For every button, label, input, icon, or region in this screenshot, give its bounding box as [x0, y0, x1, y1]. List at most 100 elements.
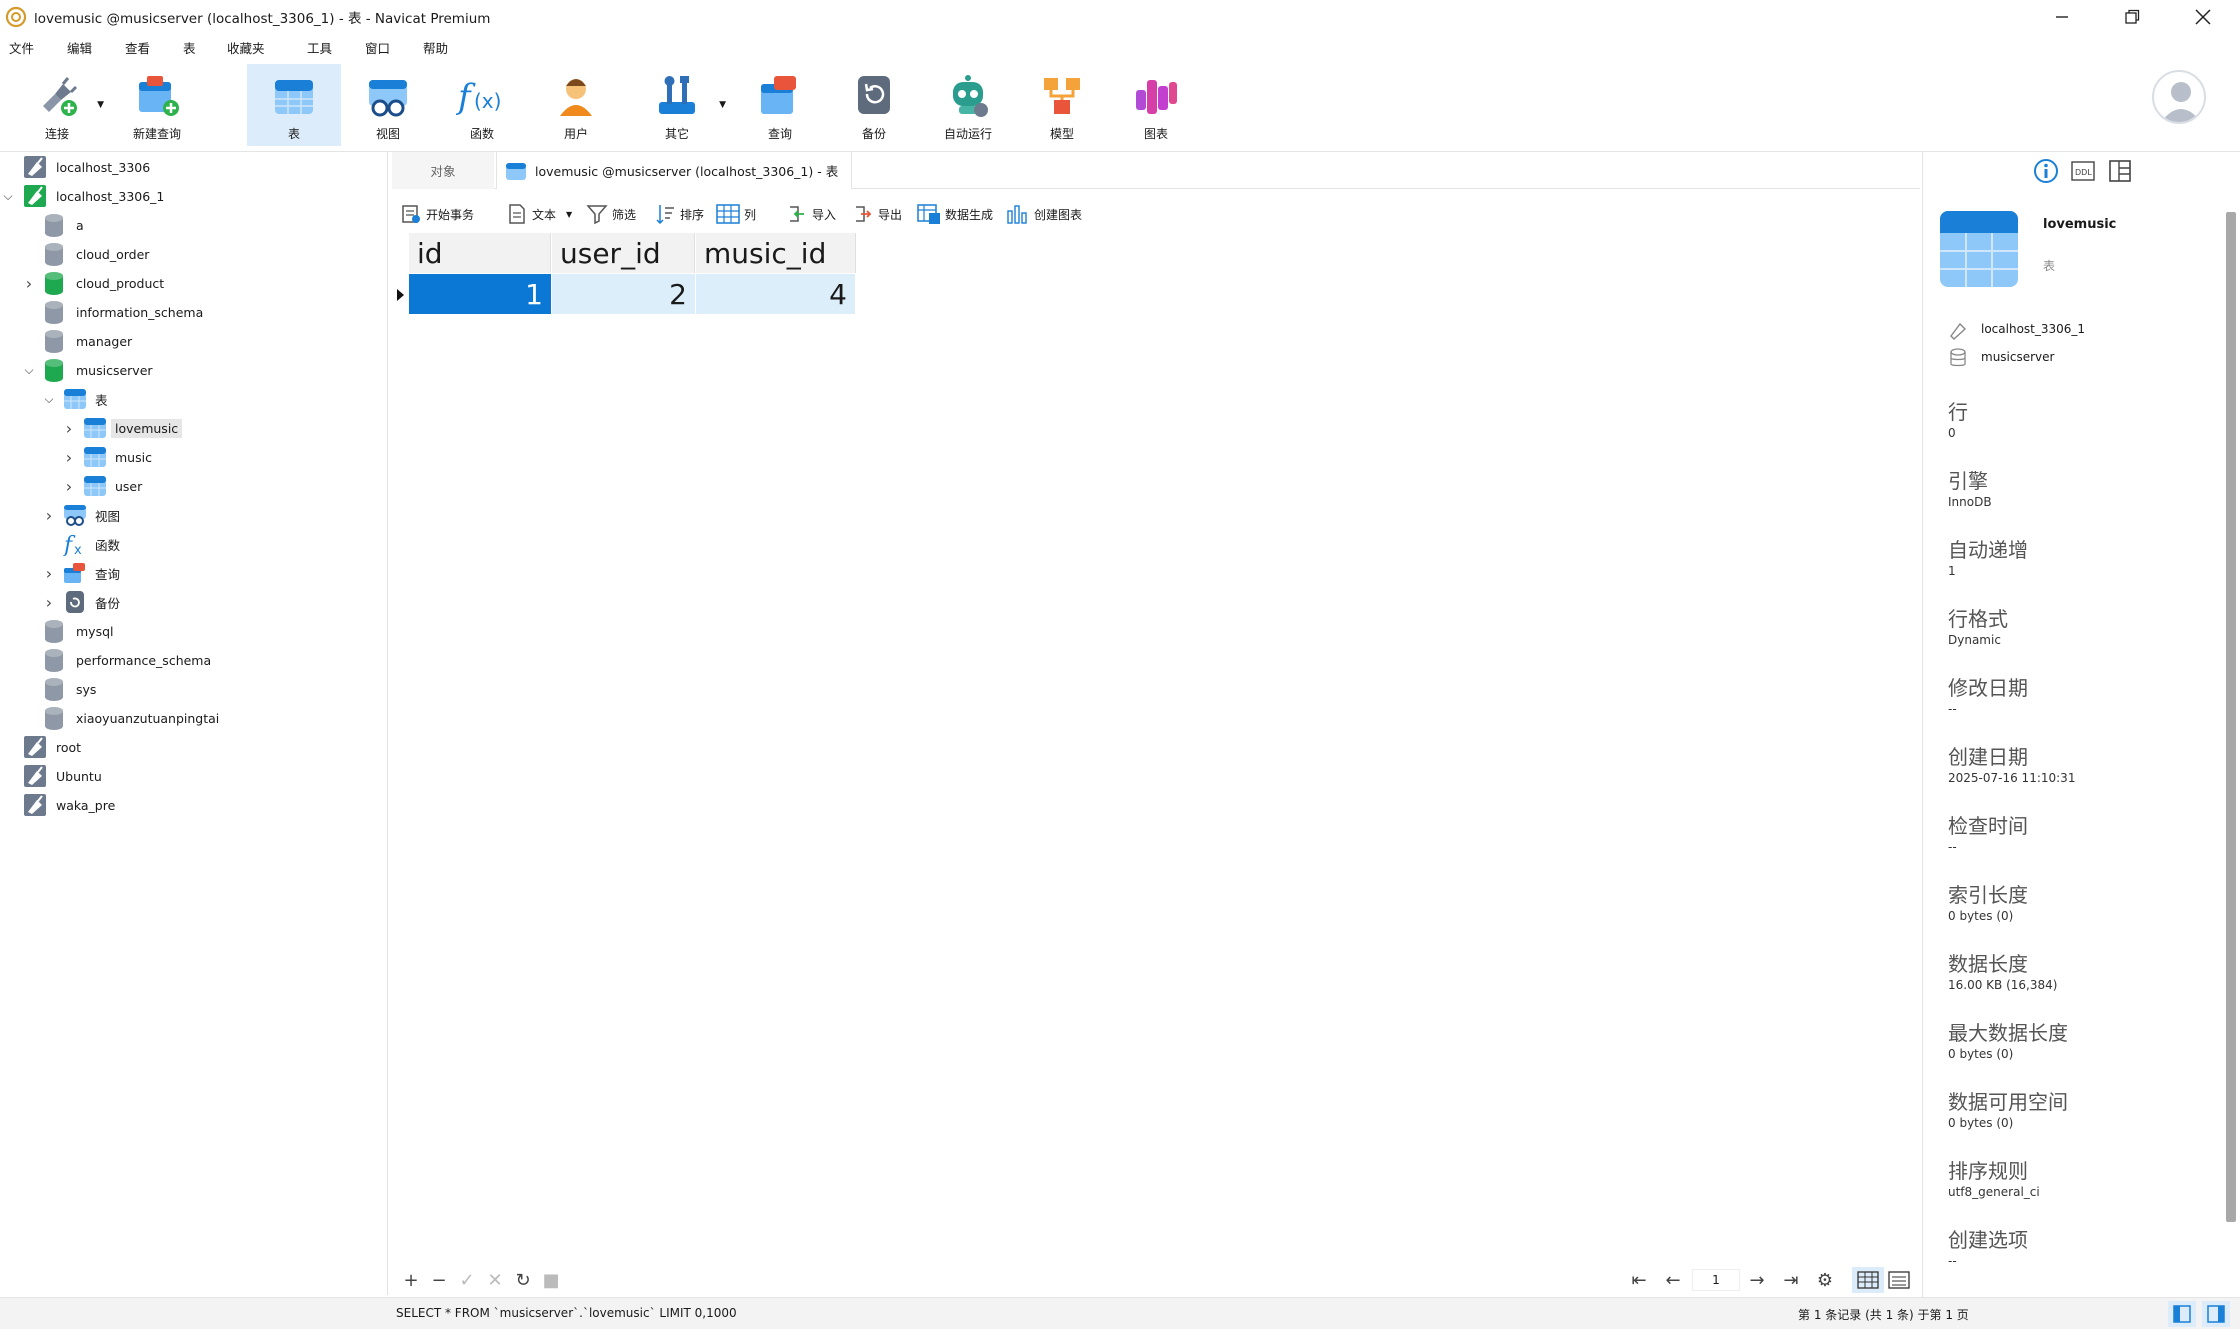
minimize-button[interactable] [2027, 0, 2097, 34]
chevron-right-icon[interactable]: › [42, 564, 56, 583]
refresh-button[interactable]: ↻ [510, 1267, 536, 1293]
chevron-down-icon[interactable]: ⌵ [22, 363, 36, 378]
menu-help[interactable]: 帮助 [414, 38, 472, 60]
info-tab-button[interactable] [2033, 158, 2059, 188]
toolbar-chart-button[interactable]: 图表 [1109, 64, 1203, 146]
apply-button[interactable]: ✓ [454, 1267, 480, 1293]
chevron-right-icon[interactable]: › [22, 274, 36, 293]
chevron-down-icon[interactable]: ▼ [719, 100, 726, 110]
tree-item-a[interactable]: a [0, 212, 386, 238]
table-cell[interactable]: 2 [552, 274, 696, 314]
chevron-right-icon[interactable]: › [42, 593, 56, 612]
toggle-left-panel-button[interactable] [2168, 1301, 2196, 1327]
discard-button[interactable]: ✕ [482, 1267, 508, 1293]
tree-item-mysql[interactable]: mysql [0, 618, 386, 644]
delete-record-button[interactable]: − [426, 1267, 452, 1293]
columns-button[interactable]: 列 [716, 200, 756, 228]
layout-tab-button[interactable] [2109, 160, 2131, 186]
tree-item-waka-pre[interactable]: waka_pre [0, 792, 386, 818]
tree-item-xiaoyuanzutuanpingtai[interactable]: xiaoyuanzutuanpingtai [0, 705, 386, 731]
tree-item--[interactable]: › 备份 [0, 589, 386, 615]
toolbar-user-button[interactable]: 用户 [529, 64, 623, 146]
stop-button[interactable]: ■ [538, 1267, 564, 1293]
tab-objects[interactable]: 对象 [392, 152, 494, 189]
tree-item-localhost-3306-1[interactable]: ⌵ localhost_3306_1 [0, 183, 386, 209]
tree-item-lovemusic[interactable]: › lovemusic [0, 415, 386, 441]
chevron-right-icon[interactable]: › [62, 448, 76, 467]
toolbar-other-button[interactable]: ▼ 其它 [630, 64, 726, 146]
tree-item-manager[interactable]: manager [0, 328, 386, 354]
menu-tools[interactable]: 工具 [298, 38, 356, 60]
menu-window[interactable]: 窗口 [356, 38, 414, 60]
column-header-user-id[interactable]: user_id [552, 233, 695, 273]
data-generation-button[interactable]: 数据生成 [917, 200, 993, 228]
chevron-right-icon[interactable]: › [62, 477, 76, 496]
tree-item-localhost-3306[interactable]: localhost_3306 [0, 154, 386, 180]
menu-file[interactable]: 文件 [0, 38, 58, 60]
tab-lovemusic-table[interactable]: lovemusic @musicserver (localhost_3306_1… [496, 152, 852, 189]
menu-table[interactable]: 表 [174, 38, 218, 60]
menu-edit[interactable]: 编辑 [58, 38, 116, 60]
avatar[interactable] [2152, 70, 2206, 124]
toolbar-new-query-button[interactable]: 新建查询 [110, 64, 204, 146]
menu-view[interactable]: 查看 [116, 38, 174, 60]
toolbar-view-button[interactable]: 视图 [341, 64, 435, 146]
chevron-down-icon[interactable]: ▼ [566, 210, 572, 219]
table-cell[interactable]: 4 [696, 274, 856, 314]
toolbar-backup-button[interactable]: 备份 [827, 64, 921, 146]
chevron-down-icon[interactable]: ⌵ [42, 392, 56, 407]
add-record-button[interactable]: + [398, 1267, 424, 1293]
tree-item-cloud-product[interactable]: › cloud_product [0, 270, 386, 296]
tree-item--[interactable]: ⌵ 表 [0, 386, 386, 412]
toolbar-automation-button[interactable]: 自动运行 [921, 64, 1015, 146]
text-view-button[interactable]: 文本 ▼ [506, 200, 572, 228]
column-header-music-id[interactable]: music_id [696, 233, 856, 273]
toolbar-function-button[interactable]: f (x) 函数 [435, 64, 529, 146]
chevron-right-icon[interactable]: › [42, 506, 56, 525]
form-view-button[interactable] [1886, 1267, 1912, 1293]
restore-button[interactable] [2097, 0, 2167, 34]
export-button[interactable]: 导出 [852, 200, 902, 228]
settings-button[interactable]: ⚙ [1812, 1267, 1838, 1293]
grid-view-button[interactable] [1852, 1267, 1884, 1293]
sort-button[interactable]: 排序 [654, 200, 704, 228]
toolbar-connect-button[interactable]: ▼ 连接 [10, 64, 104, 146]
panel-scrollbar[interactable] [2226, 212, 2236, 1222]
tree-item-sys[interactable]: sys [0, 676, 386, 702]
tree-item-cloud-order[interactable]: cloud_order [0, 241, 386, 267]
chevron-down-icon[interactable]: ⌵ [1, 189, 15, 204]
tree-item-user[interactable]: › user [0, 473, 386, 499]
filter-button[interactable]: 筛选 [586, 200, 636, 228]
tree-item-performance-schema[interactable]: performance_schema [0, 647, 386, 673]
tree-item-musicserver[interactable]: ⌵ musicserver [0, 357, 386, 383]
tree-item--[interactable]: › 视图 [0, 502, 386, 528]
create-chart-button[interactable]: 创建图表 [1006, 200, 1082, 228]
toolbar-view-label: 视图 [375, 127, 400, 141]
tree-item-information-schema[interactable]: information_schema [0, 299, 386, 325]
column-header-id[interactable]: id [409, 233, 551, 273]
tree-item--[interactable]: f x 函数 [0, 531, 386, 558]
chevron-right-icon[interactable]: › [62, 419, 76, 438]
last-page-button[interactable]: ⇥ [1778, 1267, 1804, 1293]
menu-favorites[interactable]: 收藏夹 [218, 38, 298, 60]
table-cell[interactable]: 1 [409, 274, 552, 314]
toolbar-model-button[interactable]: 模型 [1015, 64, 1109, 146]
previous-page-button[interactable]: ← [1660, 1267, 1686, 1293]
next-page-button[interactable]: → [1744, 1267, 1770, 1293]
begin-transaction-button[interactable]: 开始事务 [400, 200, 474, 228]
tree-item--[interactable]: › 查询 [0, 560, 386, 586]
first-page-button[interactable]: ⇤ [1626, 1267, 1652, 1293]
chevron-down-icon[interactable]: ▼ [97, 100, 104, 110]
import-button[interactable]: 导入 [786, 200, 836, 228]
scrollbar-thumb[interactable] [2226, 212, 2236, 1222]
tree-item-music[interactable]: › music [0, 444, 386, 470]
toolbar-table-button[interactable]: 表 [247, 64, 341, 146]
toolbar-query-button[interactable]: 查询 [733, 64, 827, 146]
toolbar-automation-label: 自动运行 [943, 127, 992, 141]
page-number-input[interactable]: 1 [1692, 1269, 1740, 1291]
close-button[interactable] [2168, 0, 2238, 34]
tree-item-ubuntu[interactable]: Ubuntu [0, 763, 386, 789]
ddl-tab-button[interactable]: DDL [2071, 160, 2095, 186]
toggle-right-panel-button[interactable] [2202, 1301, 2230, 1327]
tree-item-root[interactable]: root [0, 734, 386, 760]
